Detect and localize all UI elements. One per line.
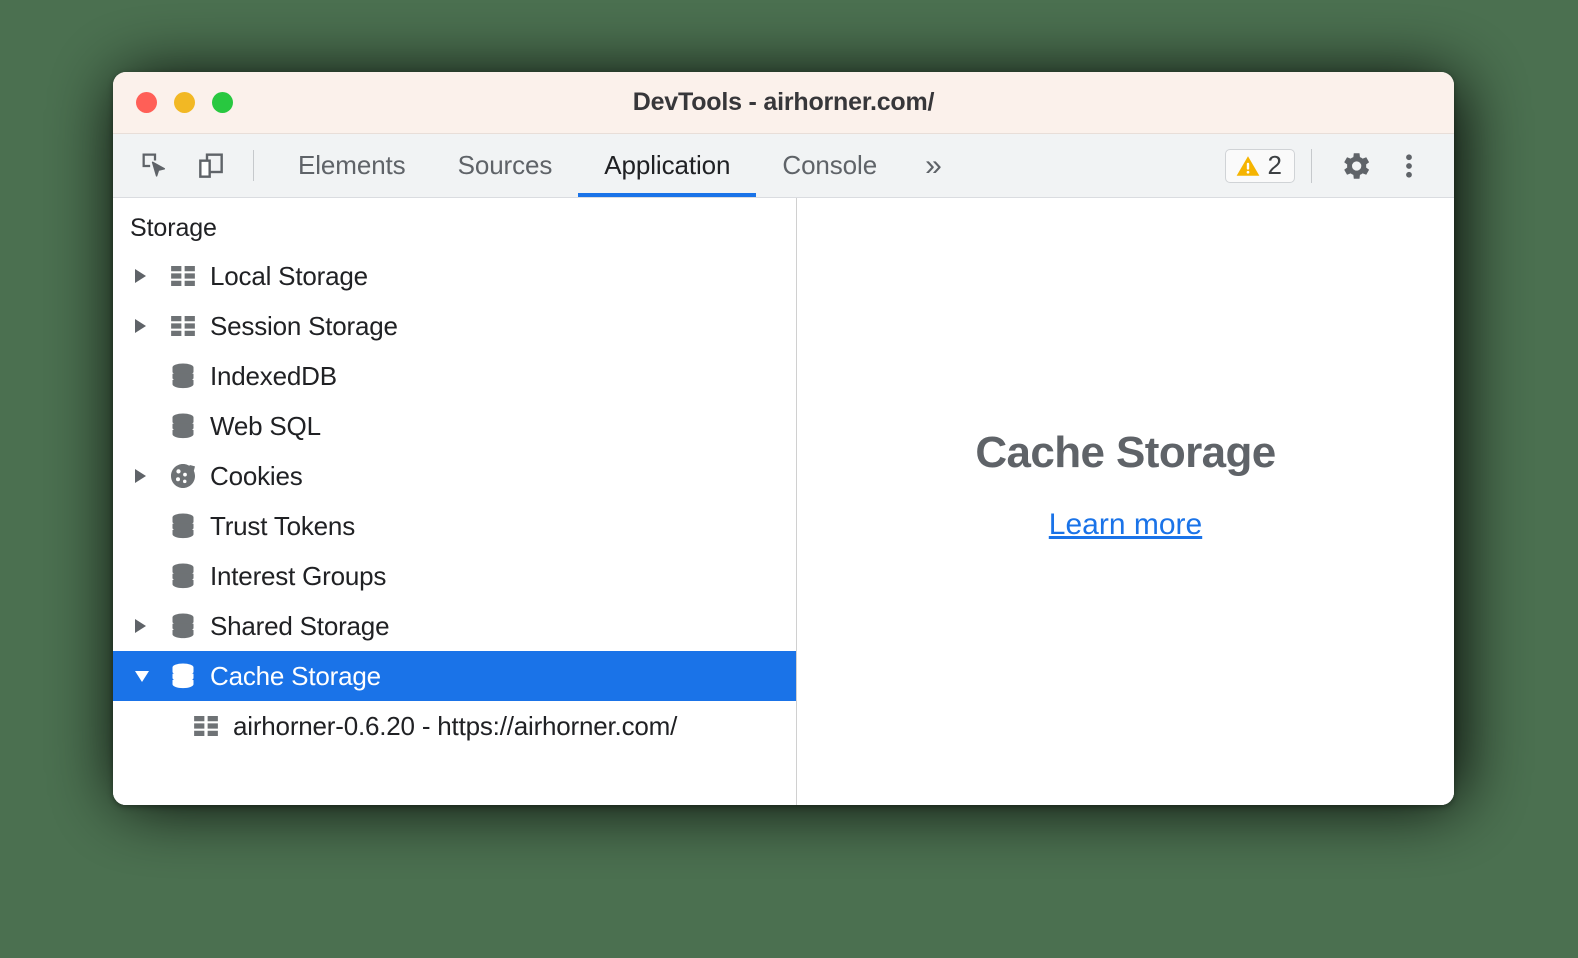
database-icon (172, 363, 194, 389)
storage-tree: Local Storage Session Storage IndexedDB Web… (113, 251, 796, 751)
devtools-toolbar: Elements Sources Application Console » 2 (113, 134, 1454, 198)
tree-item-label: IndexedDB (210, 360, 337, 391)
database-icon (165, 511, 201, 541)
toolbar-right-group: 2 (1224, 134, 1454, 197)
tree-item-label: Interest Groups (210, 560, 387, 591)
application-panel-body: Storage Local Storage Session Storage Inde… (113, 198, 1454, 805)
table-grid-icon (188, 711, 224, 741)
table-grid-icon (171, 316, 195, 336)
minimize-window-button[interactable] (174, 92, 195, 113)
cookie-icon (171, 464, 195, 488)
tree-item-airhorner-0-6-20-https-airhorner-com[interactable]: airhorner-0.6.20 - https://airhorner.com… (113, 701, 796, 751)
toolbar-divider-right (1311, 148, 1312, 183)
tab-console[interactable]: Console (756, 134, 903, 197)
window-titlebar: DevTools - airhorner.com/ (113, 72, 1454, 134)
tree-item-indexeddb[interactable]: IndexedDB (113, 351, 796, 401)
maximize-window-button[interactable] (212, 92, 233, 113)
warning-count-badge[interactable]: 2 (1224, 148, 1295, 183)
tab-sources[interactable]: Sources (432, 134, 579, 197)
gear-glyph (1344, 152, 1370, 179)
window-title: DevTools - airhorner.com/ (632, 88, 935, 116)
tab-elements-label: Elements (298, 150, 406, 180)
twisty-glyph (135, 319, 146, 333)
tree-item-cache-storage[interactable]: Cache Storage (113, 651, 796, 701)
tree-item-label: Local Storage (210, 260, 368, 291)
kebab-menu-glyph (1406, 153, 1412, 178)
tab-console-label: Console (782, 150, 878, 180)
table-grid-icon (194, 716, 218, 736)
twisty-glyph (135, 269, 146, 283)
tree-item-label: Web SQL (210, 410, 321, 441)
warning-count-label: 2 (1267, 150, 1282, 180)
database-icon (165, 361, 201, 391)
twisty-glyph (135, 670, 149, 682)
tree-item-label: Trust Tokens (210, 510, 355, 541)
tab-sources-label: Sources (457, 150, 553, 180)
database-icon (172, 413, 194, 439)
chevron-right-icon[interactable] (135, 269, 165, 283)
cache-storage-empty-view: Cache Storage Learn more (797, 198, 1454, 805)
kebab-menu-icon[interactable] (1382, 139, 1436, 193)
tree-item-shared-storage[interactable]: Shared Storage (113, 601, 796, 651)
chevron-right-icon[interactable] (135, 319, 165, 333)
twisty-glyph (135, 619, 146, 633)
tree-item-label: Shared Storage (210, 610, 390, 641)
database-icon (165, 411, 201, 441)
table-grid-icon (171, 266, 195, 286)
learn-more-link[interactable]: Learn more (1049, 508, 1202, 542)
cookie-icon (165, 461, 201, 491)
table-grid-icon (165, 311, 201, 341)
storage-section-title: Storage (130, 214, 217, 242)
twisty-glyph (135, 469, 146, 483)
chevron-down-icon[interactable] (135, 670, 165, 682)
tree-item-label: Session Storage (210, 310, 398, 341)
tree-item-label: Cache Storage (210, 660, 381, 691)
tree-item-cookies[interactable]: Cookies (113, 451, 796, 501)
panel-tab-strip: Elements Sources Application Console (272, 134, 903, 197)
chevron-right-icon[interactable] (135, 619, 165, 633)
more-tabs-icon[interactable]: » (903, 134, 964, 197)
tree-item-trust-tokens[interactable]: Trust Tokens (113, 501, 796, 551)
tree-item-session-storage[interactable]: Session Storage (113, 301, 796, 351)
database-icon (165, 611, 201, 641)
traffic-light-group (136, 92, 233, 113)
database-icon (165, 561, 201, 591)
empty-view-title: Cache Storage (975, 428, 1276, 477)
inspect-element-icon[interactable] (127, 134, 183, 197)
tree-item-label: airhorner-0.6.20 - https://airhorner.com… (233, 710, 678, 741)
database-icon (172, 563, 194, 589)
devtools-window: DevTools - airhorner.com/ Elements Sourc… (113, 72, 1454, 805)
warning-triangle-icon (1236, 155, 1259, 176)
database-icon (172, 613, 194, 639)
close-window-button[interactable] (136, 92, 157, 113)
more-tabs-glyph: » (925, 148, 942, 182)
inspect-element-glyph (142, 153, 166, 177)
chevron-right-icon[interactable] (135, 469, 165, 483)
database-icon (172, 663, 194, 689)
storage-sidebar: Storage Local Storage Session Storage Inde… (113, 198, 797, 805)
table-grid-icon (165, 261, 201, 291)
database-icon (165, 661, 201, 691)
tree-item-local-storage[interactable]: Local Storage (113, 251, 796, 301)
tree-item-web-sql[interactable]: Web SQL (113, 401, 796, 451)
toolbar-divider (253, 150, 254, 181)
tab-application-label: Application (604, 150, 731, 180)
device-toolbar-glyph (199, 152, 223, 178)
gear-icon[interactable] (1328, 139, 1382, 193)
device-toolbar-icon[interactable] (183, 134, 239, 197)
database-icon (172, 513, 194, 539)
tree-item-label: Cookies (210, 460, 303, 491)
tab-elements[interactable]: Elements (272, 134, 432, 197)
tree-item-interest-groups[interactable]: Interest Groups (113, 551, 796, 601)
tab-application[interactable]: Application (578, 134, 757, 197)
